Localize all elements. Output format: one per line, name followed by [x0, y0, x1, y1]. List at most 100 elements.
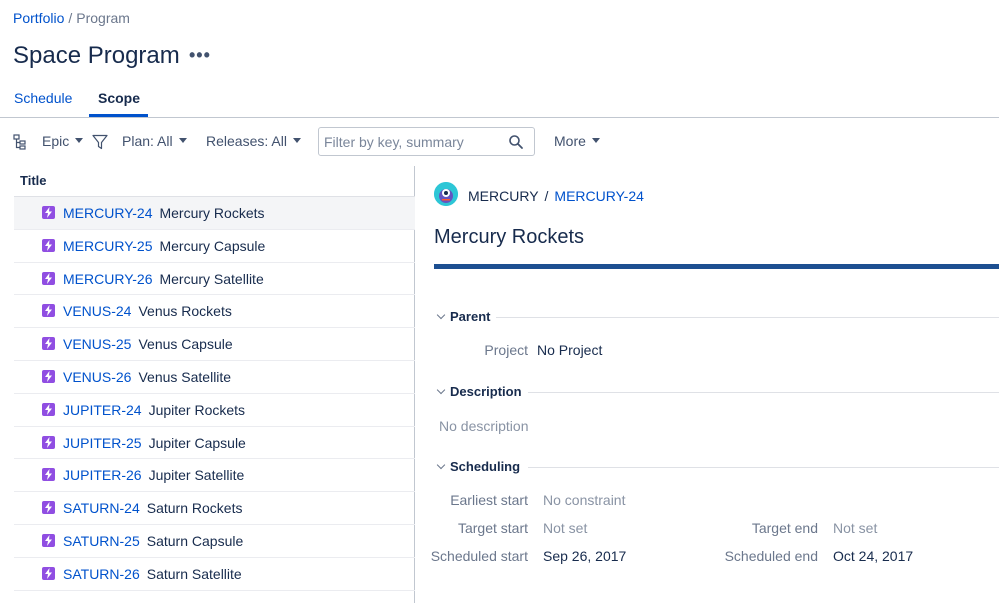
epic-icon	[42, 304, 55, 318]
scheduling-section-toggle[interactable]: Scheduling	[436, 459, 521, 474]
scheduling-heading: Scheduling	[450, 459, 521, 474]
issue-key-link[interactable]: JUPITER-24	[63, 402, 142, 418]
releases-dropdown[interactable]: Releases: All	[206, 133, 301, 149]
issue-summary: Jupiter Capsule	[148, 434, 246, 451]
plan-label: Plan: All	[122, 133, 173, 149]
hierarchy-icon[interactable]	[12, 134, 28, 150]
target-end-value[interactable]: Not set	[833, 520, 877, 536]
target-start-value[interactable]: Not set	[543, 520, 587, 536]
epic-icon	[42, 566, 55, 580]
monster-avatar-icon	[434, 182, 458, 206]
detail-issue-key-link[interactable]: MERCURY-24	[554, 188, 643, 204]
page-more-actions-button[interactable]: •••	[189, 45, 211, 66]
issue-key-link[interactable]: MERCURY-24	[63, 205, 152, 221]
tab-scope[interactable]: Scope	[98, 90, 140, 106]
issue-summary: Saturn Satellite	[146, 565, 242, 582]
page-title: Space Program	[13, 42, 180, 69]
scheduled-start-value: Sep 26, 2017	[543, 548, 627, 564]
issue-key-link[interactable]: SATURN-24	[63, 500, 140, 516]
chevron-down-icon	[436, 385, 446, 395]
project-field-value[interactable]: No Project	[537, 342, 602, 358]
list-item[interactable]: JUPITER-26 Jupiter Satellite	[14, 459, 415, 493]
search-input[interactable]	[319, 128, 504, 155]
list-item[interactable]: JUPITER-25 Jupiter Capsule	[14, 427, 415, 460]
breadcrumb-current: Program	[76, 10, 130, 26]
description-heading: Description	[450, 384, 522, 399]
epic-icon	[42, 402, 55, 416]
project-avatar	[434, 182, 458, 206]
title-column-header: Title	[20, 173, 47, 188]
list-item[interactable]: MERCURY-24 Mercury Rockets	[14, 197, 415, 230]
scheduled-end-value: Oct 24, 2017	[833, 548, 914, 564]
list-item[interactable]: MERCURY-26 Mercury Satellite	[14, 263, 415, 296]
issue-summary: Jupiter Rockets	[148, 401, 246, 418]
detail-project-name: MERCURY	[468, 188, 539, 204]
chevron-down-icon	[436, 310, 446, 320]
issue-list: MERCURY-24 Mercury Rockets MERCURY-25 Mercu…	[14, 197, 415, 591]
issue-key-link[interactable]: MERCURY-25	[63, 238, 152, 254]
epic-icon	[42, 501, 55, 515]
epic-icon	[42, 238, 55, 252]
issue-key-link[interactable]: VENUS-25	[63, 336, 131, 352]
issue-summary: Mercury Capsule	[159, 237, 266, 254]
divider	[528, 392, 999, 393]
toolbar: Epic Plan: All Releases: All More	[0, 124, 999, 160]
group-by-label: Epic	[42, 133, 70, 149]
issue-summary: Mercury Satellite	[159, 270, 264, 287]
epic-icon	[42, 533, 55, 547]
list-item[interactable]: MERCURY-25 Mercury Capsule	[14, 230, 415, 263]
list-item[interactable]: SATURN-25 Saturn Capsule	[14, 525, 415, 558]
list-item[interactable]: VENUS-26 Venus Satellite	[14, 361, 415, 394]
search-icon[interactable]	[508, 134, 524, 150]
breadcrumb: Portfolio / Program	[13, 10, 130, 26]
list-item[interactable]: JUPITER-24 Jupiter Rockets	[14, 394, 415, 427]
issue-key-link[interactable]: SATURN-25	[63, 533, 140, 549]
description-text[interactable]: No description	[439, 418, 529, 434]
epic-icon	[42, 369, 55, 383]
more-dropdown[interactable]: More	[554, 133, 600, 149]
issue-summary: Venus Satellite	[138, 368, 232, 385]
epic-icon	[42, 337, 55, 351]
earliest-start-label: Earliest start	[450, 492, 528, 508]
scheduled-start-label: Scheduled start	[430, 548, 528, 564]
more-label: More	[554, 133, 586, 149]
target-end-label: Target end	[751, 520, 818, 536]
issue-summary: Mercury Rockets	[159, 205, 265, 221]
breadcrumb-portfolio-link[interactable]: Portfolio	[13, 10, 64, 26]
epic-icon	[42, 206, 55, 219]
issue-key-link[interactable]: JUPITER-26	[63, 467, 142, 483]
progress-bar-fill	[434, 264, 999, 269]
list-item[interactable]: VENUS-25 Venus Capsule	[14, 328, 415, 361]
issue-summary: Saturn Rockets	[146, 500, 243, 517]
scheduled-end-label: Scheduled end	[724, 548, 818, 564]
plan-dropdown[interactable]: Plan: All	[122, 133, 187, 149]
releases-label: Releases: All	[206, 133, 287, 149]
breadcrumb-separator: /	[68, 10, 73, 26]
issue-summary: Jupiter Satellite	[148, 467, 245, 484]
tab-schedule[interactable]: Schedule	[14, 90, 72, 106]
detail-title: Mercury Rockets	[434, 226, 585, 248]
search-box	[318, 127, 535, 156]
epic-icon	[42, 271, 55, 285]
list-item[interactable]: SATURN-24 Saturn Rockets	[14, 492, 415, 525]
detail-breadcrumb-separator: /	[544, 188, 549, 204]
tab-bar: Schedule Scope	[0, 84, 999, 118]
epic-icon	[42, 435, 55, 449]
list-item[interactable]: SATURN-26 Saturn Satellite	[14, 558, 415, 591]
parent-section-toggle[interactable]: Parent	[436, 309, 490, 324]
issue-key-link[interactable]: JUPITER-25	[63, 435, 142, 451]
issue-key-link[interactable]: VENUS-24	[63, 303, 131, 319]
earliest-start-value[interactable]: No constraint	[543, 492, 625, 508]
issue-summary: Venus Rockets	[138, 303, 232, 320]
chevron-down-icon	[591, 137, 600, 143]
filter-icon[interactable]	[92, 134, 108, 150]
active-tab-indicator	[89, 114, 148, 117]
detail-breadcrumb: MERCURY / MERCURY-24	[468, 188, 644, 204]
issue-key-link[interactable]: VENUS-26	[63, 369, 131, 385]
issue-key-link[interactable]: MERCURY-26	[63, 271, 152, 287]
group-by-dropdown[interactable]: Epic	[42, 133, 84, 149]
issue-key-link[interactable]: SATURN-26	[63, 566, 140, 582]
description-section-toggle[interactable]: Description	[436, 384, 522, 399]
progress-bar	[434, 264, 999, 269]
list-item[interactable]: VENUS-24 Venus Rockets	[14, 295, 415, 329]
